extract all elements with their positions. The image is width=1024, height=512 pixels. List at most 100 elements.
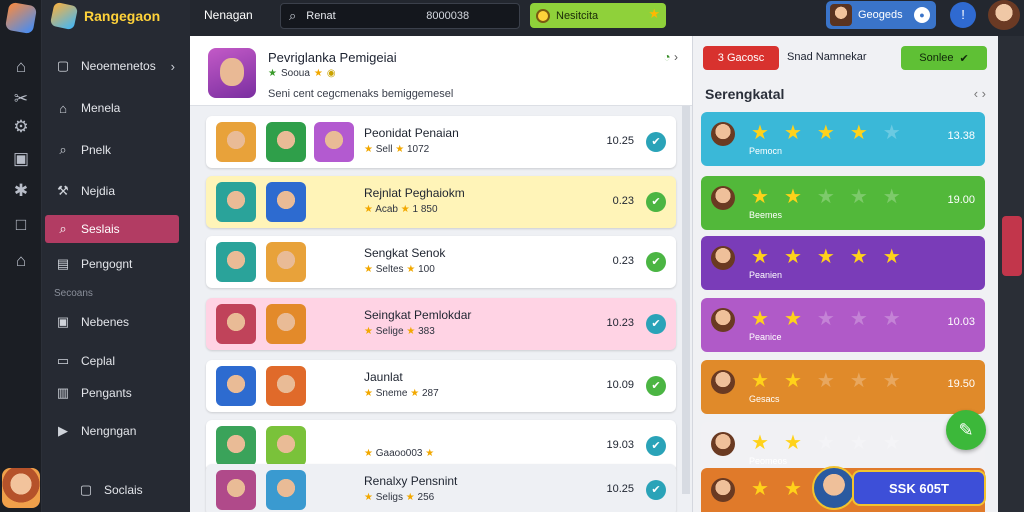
item-value: 10.23 [606, 317, 634, 329]
account-avatar[interactable] [988, 0, 1020, 30]
home-icon[interactable]: ⌂ [10, 56, 32, 78]
list-item[interactable]: Jaunlat ★ Sneme ★ 287 10.09 ✔ [206, 360, 676, 412]
rating-card[interactable]: ★ ★ ★ ★ ★ Beemes 19.00 [701, 176, 985, 230]
image-icon: ▣ [56, 314, 70, 329]
star-icon: ★ [816, 246, 835, 268]
item-meta-label: Sell [375, 144, 393, 155]
sidebar-item-0[interactable]: ▢ Neoemenetos › [45, 52, 179, 80]
item-thumbnail [266, 426, 306, 466]
profile-button[interactable]: Geogeds ● [826, 1, 936, 29]
bug-icon[interactable]: ✱ [10, 180, 32, 202]
coins-chip[interactable]: Nesitcita ★ [530, 3, 666, 28]
item-thumbnail [266, 366, 306, 406]
check-icon[interactable]: ✔ [646, 376, 666, 396]
item-meta-value: 256 [417, 492, 435, 503]
item-meta-label: Acab [375, 204, 398, 215]
star-icon: ★ [783, 432, 802, 454]
sidebar-item-3[interactable]: ⚒ Nejdia [45, 177, 179, 205]
rating-card[interactable]: ★ ★ ★ ★ ★ Peanice 10.03 [701, 298, 985, 352]
rating-label: Peanice [749, 332, 782, 342]
sidebar-item-label: Nebenes [81, 315, 130, 329]
edge-tab[interactable] [1002, 216, 1022, 276]
sidebar-section-item-1[interactable]: ▭ Ceplal [45, 347, 179, 375]
star-icon: ★ [364, 264, 376, 275]
cta-button[interactable]: SSK 605T [852, 470, 986, 506]
star-icon: ★ [407, 388, 422, 399]
gear-icon[interactable]: ⚙ [10, 116, 32, 138]
star-icon: ★ [816, 308, 835, 330]
sidebar-section-item-4[interactable]: ▢ Soclais [68, 476, 202, 504]
edit-fab-button[interactable]: ✎ [946, 410, 986, 450]
sidebar-section-item-2[interactable]: ▥ Pengants [45, 379, 179, 407]
item-thumbnail [266, 182, 306, 222]
search-input[interactable]: ⌕ Renat 8000038 [280, 3, 520, 29]
red-action-button[interactable]: 3 Gacosc [703, 46, 779, 70]
app-window: ⌂ ✂ ⚙ ▣ ✱ □ ⌂ Rangegaon ▢ Neoemenetos › … [0, 0, 1024, 512]
green-action-button[interactable]: Sonlee ✔ [901, 46, 987, 70]
coins-chip-label: Nesitcita [556, 9, 599, 22]
refresh-icon[interactable]: ◔ [663, 50, 670, 64]
sidebar-item-1[interactable]: ⌂ Menela [45, 94, 179, 122]
icon-rail: ⌂ ✂ ⚙ ▣ ✱ □ ⌂ [0, 0, 42, 512]
rating-value: 10.03 [947, 316, 975, 328]
list-scrollbar[interactable] [682, 106, 690, 494]
item-meta: ★ Acab ★ 1 850 [364, 204, 438, 215]
sidebar-item-5[interactable]: ▤ Pengognt [45, 250, 179, 278]
list-item[interactable]: Sengkat Senok ★ Seltes ★ 100 0.23 ✔ [206, 236, 676, 288]
brand-name: Rangegaon [84, 8, 161, 24]
header-actions[interactable]: ◔ › [663, 50, 678, 64]
item-thumbnail [216, 304, 256, 344]
star-icon: ★ [882, 186, 901, 208]
star-icon: ★ [816, 370, 835, 392]
sidebar-item-label: Pengognt [81, 257, 133, 271]
bank-icon[interactable]: ⌂ [10, 250, 32, 272]
item-thumbnail [266, 470, 306, 510]
rating-label: Gesacs [749, 394, 780, 404]
sidebar-item-4[interactable]: ⌕ Seslais [45, 215, 179, 243]
sidebar-section-item-3[interactable]: ▶ Nengngan [45, 417, 179, 445]
item-value: 0.23 [612, 195, 634, 207]
app-logo[interactable] [4, 1, 38, 35]
chevron-right-icon[interactable]: › [674, 50, 678, 64]
rankings-nav[interactable]: ‹ › [974, 86, 986, 101]
list-item[interactable]: Renalxy Pensnint ★ Seligs ★ 256 10.25 ✔ [206, 464, 676, 512]
check-icon[interactable]: ✔ [646, 314, 666, 334]
check-icon[interactable]: ✔ [646, 436, 666, 456]
item-value: 10.09 [606, 379, 634, 391]
rating-card[interactable]: ★ ★ ★ ★ ★ Gesacs 19.50 [701, 360, 985, 414]
check-icon[interactable]: ✔ [646, 132, 666, 152]
item-meta-value: 100 [418, 264, 435, 275]
sidebar-section-label: Secoans [54, 288, 93, 299]
user-avatar[interactable] [2, 468, 40, 508]
list-item[interactable]: Rejnlat Peghaiokm ★ Acab ★ 1 850 0.23 ✔ [206, 176, 676, 228]
rating-label: Peomeos [749, 456, 788, 466]
rating-card[interactable]: ★ ★ ★ ★ ★ Pemocn 13.38 [701, 112, 985, 166]
brand[interactable]: Rangegaon [49, 1, 161, 31]
rating-card[interactable]: ★ ★ ★ ★ ★ Peanien [701, 236, 985, 290]
item-thumbnail [216, 426, 256, 466]
tools-icon[interactable]: ✂ [10, 88, 32, 110]
list-item[interactable]: Peonidat Penaian ★ Sell ★ 1072 10.25 ✔ [206, 116, 676, 168]
check-icon: ✔ [959, 52, 969, 65]
top-bar: Nenagan ⌕ Renat 8000038 Nesitcita ★ Geog… [190, 0, 1024, 34]
check-icon[interactable]: ✔ [646, 192, 666, 212]
sidebar-item-label: Soclais [104, 483, 143, 497]
star-icon: ★ [849, 122, 868, 144]
shield-icon[interactable]: ▣ [10, 148, 32, 170]
rating-avatar [711, 122, 735, 146]
sidebar-item-2[interactable]: ⌕ Pnelk [45, 136, 179, 164]
list-item[interactable]: Seingkat Pemlokdar ★ Selige ★ 383 10.23 ✔ [206, 298, 676, 350]
doc-icon: ▤ [56, 256, 70, 271]
item-value: 0.23 [612, 255, 634, 267]
item-meta: ★ Sneme ★ 287 [364, 388, 439, 399]
hammer-icon: ⚒ [57, 183, 69, 198]
check-icon[interactable]: ✔ [646, 480, 666, 500]
rating-value: 19.00 [947, 194, 975, 206]
check-icon[interactable]: ✔ [646, 252, 666, 272]
square-icon[interactable]: □ [10, 214, 32, 236]
item-value: 10.25 [606, 135, 634, 147]
star-icon: ★ [783, 370, 802, 392]
sidebar-section-item-0[interactable]: ▣ Nebenes [45, 308, 179, 336]
help-button[interactable]: ! [950, 2, 976, 28]
item-thumbnail [216, 182, 256, 222]
